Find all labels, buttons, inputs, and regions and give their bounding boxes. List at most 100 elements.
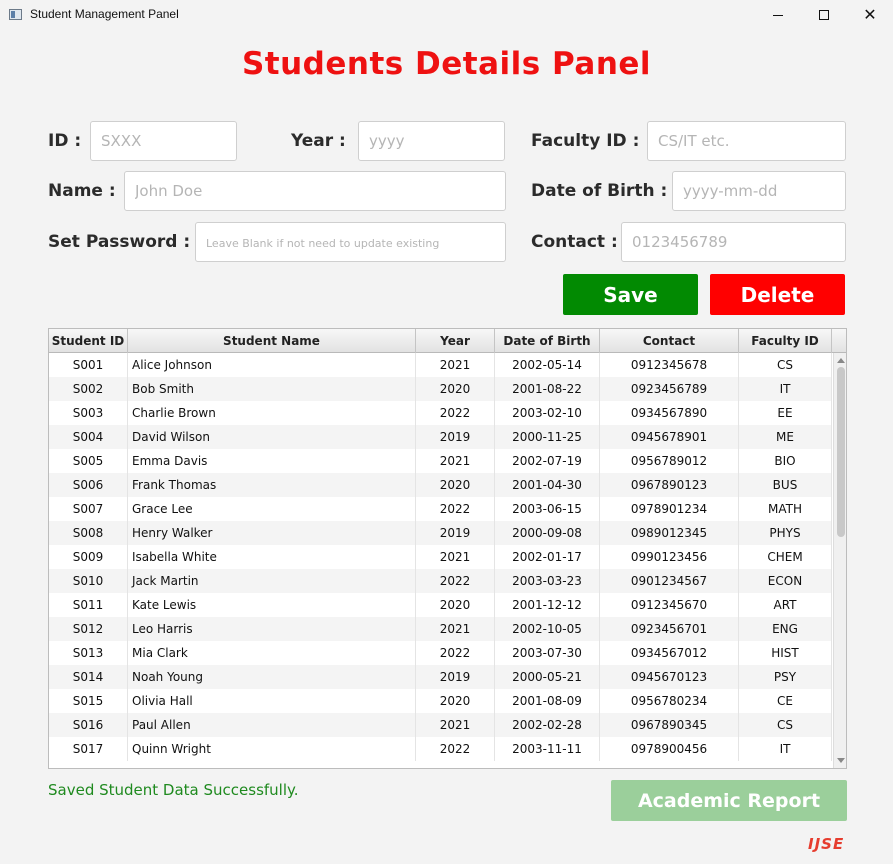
cell-date-of-birth: 2001-08-09 [495, 689, 600, 713]
cell-faculty-id: EE [739, 401, 832, 425]
table-row[interactable]: S007 Grace Lee 2022 2003-06-15 0978901234 MAT… [49, 497, 832, 521]
table-row[interactable]: S016 Paul Allen 2021 2002-02-28 0967890345 CS [49, 713, 832, 737]
cell-student-name: Alice Johnson [128, 353, 416, 377]
table-row[interactable]: S002 Bob Smith 2020 2001-08-22 0923456789 IT [49, 377, 832, 401]
page-title: Students Details Panel [241, 46, 652, 82]
table-row[interactable]: S015 Olivia Hall 2020 2001-08-09 0956780234 C… [49, 689, 832, 713]
maximize-button[interactable] [801, 0, 847, 30]
cell-student-id: S006 [49, 473, 128, 497]
minimize-icon [773, 14, 783, 16]
cell-faculty-id: IT [739, 737, 832, 761]
cell-student-name: Henry Walker [128, 521, 416, 545]
cell-student-id: S017 [49, 737, 128, 761]
table-row[interactable]: S013 Mia Clark 2022 2003-07-30 0934567012 HIS… [49, 641, 832, 665]
cell-student-id: S001 [49, 353, 128, 377]
window-title: Student Management Panel [30, 7, 179, 21]
cell-year: 2019 [416, 665, 495, 689]
cell-contact: 0912345670 [600, 593, 739, 617]
cell-year: 2021 [416, 617, 495, 641]
cell-year: 2019 [416, 425, 495, 449]
cell-contact: 0901234567 [600, 569, 739, 593]
id-label: ID : [48, 131, 82, 151]
column-header-contact[interactable]: Contact [600, 329, 739, 353]
table-row[interactable]: S003 Charlie Brown 2022 2003-02-10 093456789… [49, 401, 832, 425]
students-table[interactable]: Student ID Student Name Year Date of Bir… [48, 328, 847, 769]
app-icon [9, 9, 22, 20]
cell-student-id: S005 [49, 449, 128, 473]
academic-report-button[interactable]: Academic Report [611, 780, 847, 821]
dob-input[interactable] [672, 171, 846, 211]
table-row[interactable]: S004 David Wilson 2019 2000-11-25 0945678901… [49, 425, 832, 449]
cell-student-name: Olivia Hall [128, 689, 416, 713]
cell-contact: 0956780234 [600, 689, 739, 713]
cell-date-of-birth: 2003-06-15 [495, 497, 600, 521]
cell-student-id: S015 [49, 689, 128, 713]
faculty-label: Faculty ID : [531, 131, 640, 151]
cell-faculty-id: CE [739, 689, 832, 713]
table-row[interactable]: S014 Noah Young 2019 2000-05-21 0945670123 PS… [49, 665, 832, 689]
cell-faculty-id: CS [739, 713, 832, 737]
cell-year: 2022 [416, 569, 495, 593]
cell-student-id: S012 [49, 617, 128, 641]
cell-contact: 0978901234 [600, 497, 739, 521]
cell-contact: 0990123456 [600, 545, 739, 569]
dob-label: Date of Birth : [531, 181, 668, 201]
ijse-logo: IJSE [808, 835, 845, 853]
cell-contact: 0956789012 [600, 449, 739, 473]
scrollbar-thumb[interactable] [837, 367, 845, 537]
faculty-input[interactable] [647, 121, 846, 161]
close-button[interactable]: ✕ [847, 0, 893, 30]
table-row[interactable]: S011 Kate Lewis 2020 2001-12-12 0912345670 AR… [49, 593, 832, 617]
cell-date-of-birth: 2003-11-11 [495, 737, 600, 761]
cell-contact: 0945670123 [600, 665, 739, 689]
cell-faculty-id: IT [739, 377, 832, 401]
cell-contact: 0934567890 [600, 401, 739, 425]
cell-date-of-birth: 2002-02-28 [495, 713, 600, 737]
table-row[interactable]: S017 Quinn Wright 2022 2003-11-11 0978900456… [49, 737, 832, 761]
table-row[interactable]: S010 Jack Martin 2022 2003-03-23 0901234567 E… [49, 569, 832, 593]
scroll-down-arrow-icon[interactable] [837, 758, 845, 763]
table-row[interactable]: S008 Henry Walker 2019 2000-09-08 0989012345… [49, 521, 832, 545]
delete-button[interactable]: Delete [710, 274, 845, 315]
cell-contact: 0945678901 [600, 425, 739, 449]
column-header-faculty-id[interactable]: Faculty ID [739, 329, 832, 353]
minimize-button[interactable] [755, 0, 801, 30]
table-body: S001 Alice Johnson 2021 2002-05-14 091234567… [49, 353, 832, 761]
cell-date-of-birth: 2002-05-14 [495, 353, 600, 377]
column-header-student-id[interactable]: Student ID [49, 329, 128, 353]
cell-contact: 0967890345 [600, 713, 739, 737]
column-header-student-name[interactable]: Student Name [128, 329, 416, 353]
cell-contact: 0934567012 [600, 641, 739, 665]
contact-input[interactable] [621, 222, 846, 262]
name-input[interactable] [124, 171, 506, 211]
cell-date-of-birth: 2003-02-10 [495, 401, 600, 425]
close-icon: ✕ [863, 5, 877, 24]
cell-date-of-birth: 2002-01-17 [495, 545, 600, 569]
cell-contact: 0967890123 [600, 473, 739, 497]
cell-student-name: Isabella White [128, 545, 416, 569]
table-row[interactable]: S001 Alice Johnson 2021 2002-05-14 091234567… [49, 353, 832, 377]
password-input[interactable] [195, 222, 506, 262]
cell-student-name: Jack Martin [128, 569, 416, 593]
column-header-date-of-birth[interactable]: Date of Birth [495, 329, 600, 353]
cell-year: 2019 [416, 521, 495, 545]
table-row[interactable]: S012 Leo Harris 2021 2002-10-05 0923456701 EN… [49, 617, 832, 641]
cell-year: 2022 [416, 641, 495, 665]
table-row[interactable]: S009 Isabella White 2021 2002-01-17 09901234… [49, 545, 832, 569]
cell-faculty-id: PSY [739, 665, 832, 689]
cell-contact: 0923456789 [600, 377, 739, 401]
save-button[interactable]: Save [563, 274, 698, 315]
cell-student-id: S014 [49, 665, 128, 689]
scroll-up-arrow-icon[interactable] [837, 358, 845, 363]
table-row[interactable]: S006 Frank Thomas 2020 2001-04-30 0967890123… [49, 473, 832, 497]
maximize-icon [819, 10, 829, 20]
column-header-year[interactable]: Year [416, 329, 495, 353]
id-input[interactable] [90, 121, 237, 161]
year-input[interactable] [358, 121, 505, 161]
table-row[interactable]: S005 Emma Davis 2021 2002-07-19 0956789012 BI… [49, 449, 832, 473]
vertical-scrollbar[interactable] [833, 353, 846, 768]
header-scroll-corner [832, 329, 846, 353]
cell-faculty-id: BUS [739, 473, 832, 497]
cell-year: 2021 [416, 449, 495, 473]
cell-student-name: Quinn Wright [128, 737, 416, 761]
